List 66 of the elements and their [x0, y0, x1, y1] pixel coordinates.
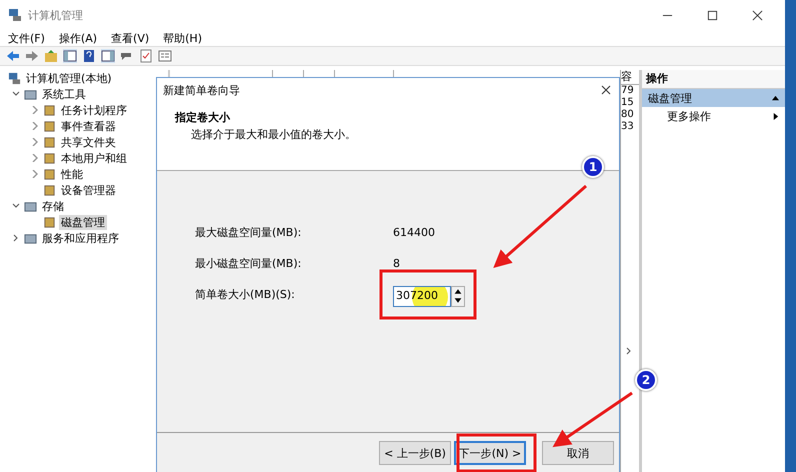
tree-item-icon: [24, 200, 37, 212]
tree-item-icon: [43, 184, 56, 196]
spin-down-icon[interactable]: [452, 296, 464, 304]
step-heading: 指定卷大小: [175, 110, 231, 125]
chevron-down-icon[interactable]: [12, 90, 20, 98]
chevron-right-icon[interactable]: [12, 234, 20, 242]
tree-item-icon: [43, 152, 56, 164]
tree-item[interactable]: 共享文件夹: [59, 134, 118, 150]
section-title: 磁盘管理: [648, 90, 692, 106]
column-header[interactable]: 容: [621, 70, 639, 85]
menu-item[interactable]: 操作(A): [58, 30, 98, 46]
dialog-title: 新建简单卷向导: [163, 82, 240, 98]
tree-item[interactable]: 设备管理器: [59, 182, 118, 198]
back-arrow-icon[interactable]: [6, 49, 20, 63]
close-icon[interactable]: [601, 85, 611, 95]
console-tree-icon[interactable]: [63, 49, 77, 63]
submenu-triangle-icon: [772, 112, 779, 120]
window-title: 计算机管理: [28, 8, 83, 22]
menu-item[interactable]: 帮助(H): [163, 30, 202, 46]
field-value: 8: [393, 256, 400, 270]
field-label: 最大磁盘空间量(MB):: [195, 224, 302, 240]
action-pane-icon[interactable]: [101, 49, 115, 63]
tree-item-icon: [24, 232, 37, 244]
tree-item[interactable]: 事件查看器: [59, 118, 118, 134]
tree-item[interactable]: 服务和应用程序: [40, 230, 121, 246]
wizard-button[interactable]: < 上一步(B): [379, 441, 451, 465]
checklist-icon[interactable]: [139, 49, 153, 63]
tree-item-icon: [24, 88, 37, 100]
tree-item-icon: [43, 104, 56, 116]
computer-icon: [8, 72, 21, 84]
field-label: 简单卷大小(MB)(S):: [195, 286, 296, 302]
chevron-down-icon[interactable]: [12, 202, 20, 210]
tree-item[interactable]: 任务计划程序: [59, 102, 129, 118]
field-label: 最小磁盘空间量(MB):: [195, 256, 302, 270]
table-cell-text: 33: [621, 121, 635, 133]
tree-item[interactable]: 磁盘管理: [59, 214, 107, 230]
table-cell-text: 15: [621, 97, 635, 109]
table-cell-text: 79: [621, 85, 635, 97]
computer-icon: [8, 8, 22, 22]
wizard-button[interactable]: 取消: [542, 441, 614, 465]
close-icon[interactable]: [752, 10, 763, 20]
table-cell-text: 80: [621, 109, 635, 121]
folder-up-icon[interactable]: [44, 49, 58, 63]
tree-item[interactable]: 性能: [59, 166, 85, 182]
tree-item[interactable]: 计算机管理(本地): [24, 70, 114, 86]
collapse-triangle-icon[interactable]: [772, 94, 779, 102]
forward-arrow-icon[interactable]: [25, 49, 39, 63]
action-link[interactable]: 更多操作: [667, 108, 711, 124]
tree-item-icon: [43, 136, 56, 148]
maximize-icon[interactable]: [707, 10, 718, 20]
field-value: 614400: [393, 226, 435, 238]
properties-icon[interactable]: [158, 49, 172, 63]
tree-item-icon: [43, 168, 56, 180]
step-description: 选择介于最大和最小值的卷大小。: [190, 127, 357, 142]
tree-item[interactable]: 系统工具: [40, 86, 88, 102]
tree-item-icon: [43, 120, 56, 132]
help-icon[interactable]: [82, 49, 96, 63]
tree-item[interactable]: 存储: [40, 198, 66, 214]
menu-item[interactable]: 文件(F): [8, 30, 45, 46]
pane-title: 操作: [642, 70, 785, 89]
tree-item[interactable]: 本地用户和组: [59, 150, 129, 166]
spin-up-icon[interactable]: [452, 286, 464, 296]
scroll-right-icon[interactable]: [625, 347, 633, 355]
tree-item-icon: [43, 216, 56, 228]
menu-item[interactable]: 查看(V): [111, 30, 150, 46]
wizard-button[interactable]: 下一步(N) >: [454, 441, 526, 465]
